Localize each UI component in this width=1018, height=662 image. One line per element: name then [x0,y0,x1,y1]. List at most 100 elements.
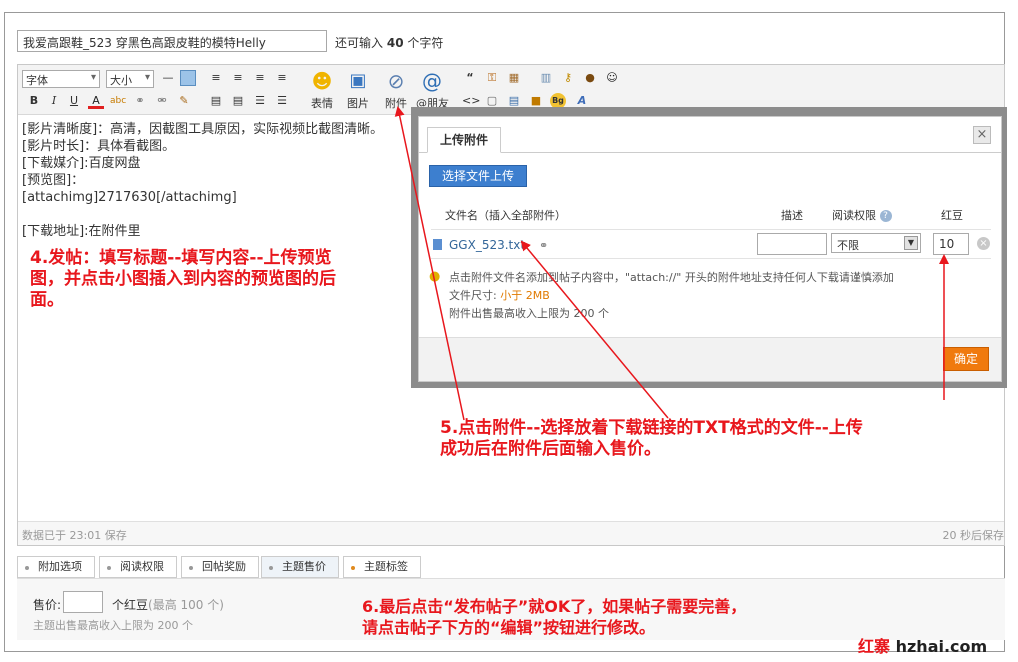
image-icon: ▣ [349,70,367,91]
watermark-en: hzhai.com [895,637,988,656]
price-unit: 个红豆(最高 100 个) [112,596,224,613]
tab-extra-options[interactable]: 附加选项 [17,556,95,578]
hide-content-icon[interactable]: ⚿ [484,70,500,86]
annotation-line: 5.点击附件--选择放着下载链接的TXT格式的文件--上传 [440,418,863,438]
paperclip-icon: ⊘ [387,69,405,93]
link-icon[interactable]: ⚭ [132,93,148,109]
annotation-line: 图，并点击小图插入到内容的预览图的后 [30,269,336,289]
float-left-icon[interactable]: ▤ [208,93,224,109]
password-key-icon[interactable]: ⚷ [560,70,576,86]
align-left-icon[interactable]: ≡ [208,70,224,86]
title-hint-suffix: 个字符 [407,36,444,50]
lightbulb-icon: ● [429,269,441,284]
content-line: [下载地址]:在附件里 [22,224,141,239]
help-icon[interactable]: ? [879,210,892,222]
attachment-filename-link[interactable]: GGX_523.txt [449,238,525,252]
content-line [22,206,383,223]
close-icon[interactable]: × [973,126,991,144]
annotation-step-4: 4.发帖：填写标题--填写内容--上传预览 图，并点击小图插入到内容的预览图的后… [30,248,336,311]
attachment-row: GGX_523.txt ⚭ 不限 ▼ 10 × [431,229,991,259]
tab-thread-price[interactable]: 主题售价 [261,556,339,578]
upload-tips: 点击附件文件名添加到帖子内容中，"attach://" 开头的附件地址支持任何人… [449,269,894,323]
attachment-permission-select[interactable]: 不限 ▼ [831,233,921,253]
attachment-button[interactable]: ⊘ 附件 [380,68,412,112]
autosave-status: 数据已于 23:01 保存 [22,529,127,542]
annotation-step-5: 5.点击附件--选择放着下载链接的TXT格式的文件--上传 成功后在附件后面输入… [440,418,863,460]
background-color-icon[interactable]: abc [110,93,126,109]
tab-reply-reward[interactable]: 回帖奖励 [181,556,259,578]
float-right-icon[interactable]: ▤ [230,93,246,109]
title-input[interactable]: 我爱高跟鞋_523 穿黑色高跟皮鞋的模特Helly [17,30,327,52]
italic-button[interactable]: I [46,93,62,109]
annotation-step-6: 6.最后点击“发布帖子”就OK了，如果帖子需要完善， 请点击帖子下方的“编辑”按… [362,596,746,638]
qq-icon[interactable]: ☺ [604,70,620,86]
title-hint-count: 40 [386,36,404,50]
title-char-hint: 还可输入 40 个字符 [335,34,443,51]
confirm-button[interactable]: 确定 [943,347,989,371]
hr-icon[interactable]: — [160,70,176,86]
annotation-line: 面。 [30,290,64,310]
tab-label: 阅读权限 [120,560,164,573]
quote-button[interactable]: “ [462,70,478,86]
column-read-permission-label: 阅读权限 [832,209,876,222]
content-line: [下载媒介]:百度网盘 [22,156,141,171]
tip-line: 文件尺寸: 小于 2MB [449,287,894,305]
attachment-description-input[interactable] [757,233,827,255]
tip-line: 点击附件文件名添加到帖子内容中，"attach://" 开头的附件地址支持任何人… [449,271,894,284]
permission-value: 不限 [837,239,859,252]
delete-icon[interactable]: × [977,237,990,250]
align-justify-icon[interactable]: ≡ [274,70,290,86]
underline-button[interactable]: U [66,93,82,109]
tip-line: 附件出售最高收入上限为 200 个 [449,307,609,320]
insert-link-icon[interactable]: ⚭ [539,239,548,252]
price-limit-note: 主题出售最高收入上限为 200 个 [33,619,193,632]
dialog-tab-upload[interactable]: 上传附件 [427,127,502,153]
file-icon [433,239,442,250]
image-label: 图片 [347,97,369,110]
smiley-icon: ☻ [311,69,333,93]
autosave-countdown: 20 秒后保存 [942,529,1005,542]
attachment-label: 附件 [385,97,407,110]
free-content-icon[interactable]: ▦ [506,70,522,86]
emoji-button[interactable]: ☻ 表情 [306,68,338,112]
align-center-icon[interactable]: ≡ [230,70,246,86]
annotation-line: 请点击帖子下方的“编辑”按钮进行修改。 [362,618,656,637]
editor-content[interactable]: [影片清晰度]：高清，因截图工具原因，实际视频比截图清晰。 [影片时长]：具体看… [22,121,383,240]
table-icon[interactable] [180,70,196,86]
font-family-select[interactable]: 字体 [22,70,100,88]
ordered-list-icon[interactable]: ☰ [252,93,268,109]
tab-label: 主题标签 [364,560,408,573]
mention-button[interactable]: @ @朋友 [416,68,449,112]
column-read-permission: 阅读权限 ? [832,207,892,223]
tab-label: 主题售价 [282,560,326,573]
site-watermark: 红寨 hzhai.com [858,633,987,657]
price-input[interactable] [63,591,103,613]
align-right-icon[interactable]: ≡ [252,70,268,86]
unordered-list-icon[interactable]: ☰ [274,93,290,109]
column-filename[interactable]: 文件名（插入全部附件） [445,207,566,223]
tab-thread-tags[interactable]: 主题标签 [343,556,421,578]
font-size-select[interactable]: 大小 [106,70,154,88]
attachment-price-input[interactable]: 10 [933,233,969,255]
price-unit-text: 个红豆 [112,598,149,612]
annotation-line: 6.最后点击“发布帖子”就OK了，如果帖子需要完善， [362,597,747,616]
image-button[interactable]: ▣ 图片 [342,68,374,112]
clear-format-icon[interactable]: ✎ [176,93,192,109]
tip-size-label: 文件尺寸: [449,289,497,302]
annotation-line: 4.发帖：填写标题--填写内容--上传预览 [30,248,332,268]
editor-status-bar: 数据已于 23:01 保存 20 秒后保存 [18,521,1004,545]
content-line: [影片清晰度]：高清，因截图工具原因，实际视频比截图清晰。 [22,122,384,137]
flash-icon[interactable]: ● [582,70,598,86]
font-color-button[interactable]: A [88,93,104,109]
content-line: [预览图]： [22,173,85,188]
column-price: 红豆 [941,209,963,222]
page-icon[interactable]: ▥ [538,70,554,86]
select-file-upload-button[interactable]: 选择文件上传 [429,165,527,187]
tab-label: 附加选项 [38,560,82,573]
bold-button[interactable]: B [26,93,42,109]
emoji-label: 表情 [311,97,333,110]
price-label: 售价: [33,598,62,612]
unlink-icon[interactable]: ⚮ [154,93,170,109]
tab-read-permission[interactable]: 阅读权限 [99,556,177,578]
price-max-hint: (最高 100 个) [148,598,224,612]
